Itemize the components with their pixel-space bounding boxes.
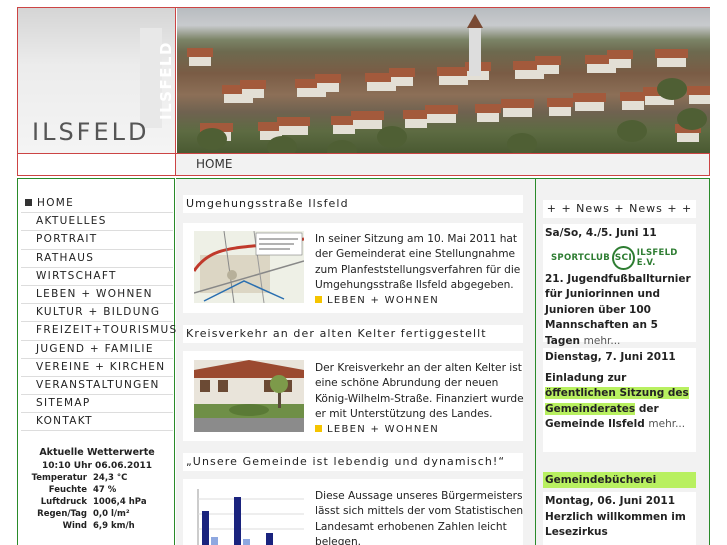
weather-label: Regen/Tag [37, 509, 87, 519]
logo-vertical-band: ILSFELD [140, 28, 175, 128]
nav-item-label: WIRTSCHAFT [36, 269, 117, 282]
news-more-link[interactable]: mehr... [648, 418, 685, 430]
site-header: ILSFELD ILSFELD [17, 7, 710, 154]
nav-item-label: KONTAKT [36, 415, 93, 428]
weather-label: Luftdruck [40, 497, 87, 507]
weather-value: 24,3 °C [93, 473, 128, 483]
article-title[interactable]: „Unsere Gemeinde ist lebendig und dynami… [183, 453, 523, 471]
nav-item-label: PORTRAIT [36, 233, 98, 246]
main-content: Umgehungsstraße Ilsfeld In seiner Sitzun… [176, 178, 536, 545]
nav-item-kultur-bildung[interactable]: KULTUR + BILDUNG [21, 304, 173, 323]
nav-item-sitemap[interactable]: SITEMAP [21, 395, 173, 414]
weather-label: Wind [62, 521, 87, 531]
nav-item-portrait[interactable]: PORTRAIT [21, 231, 173, 250]
weather-row: Luftdruck 1006,4 hPa [21, 497, 173, 507]
weather-value: 1006,4 hPa [93, 497, 147, 507]
nav-item-jugend-familie[interactable]: JUGEND + FAMILIE [21, 341, 173, 359]
nav-item-freizeit-tourismus[interactable]: FREIZEIT+TOURISMUS [21, 322, 176, 341]
weather-datetime: 10:10 Uhr 06.06.2011 [41, 461, 152, 471]
news-text: Herzlich willkommen im Lesezirkus [545, 510, 686, 539]
nav-item-rathaus[interactable]: RATHAUS [21, 250, 173, 268]
nav-item-label: FREIZEIT+TOURISMUS [36, 324, 178, 337]
news-date: Montag, 06. Juni 2011 [545, 495, 675, 507]
nav-item-veranstaltungen[interactable]: VERANSTALTUNGEN [21, 377, 173, 396]
article-more-link[interactable]: LEBEN + WOHNEN [315, 295, 439, 306]
news-item: Montag, 06. Juni 2011 Herzlich willkomme… [543, 492, 696, 545]
map-thumbnail[interactable] [192, 230, 305, 304]
weather-value: 6,9 km/h [93, 521, 135, 531]
weather-row: Regen/Tag 0,0 l/m² [21, 509, 173, 519]
nav-item-label: SITEMAP [36, 397, 91, 410]
weather-value: 47 % [93, 485, 117, 495]
sci-emblem-icon: SCI [611, 245, 635, 270]
weather-row: Temperatur 24,3 °C [21, 473, 173, 483]
breadcrumb-bar: HOME [17, 154, 710, 176]
news-item: Dienstag, 7. Juni 2011 Einladung zur öff… [543, 348, 696, 452]
bullet-square-icon [315, 425, 322, 432]
nav-item-wirtschaft[interactable]: WIRTSCHAFT [21, 268, 173, 286]
nav-item-label: KULTUR + BILDUNG [36, 306, 161, 319]
weather-row: Wind 6,9 km/h [21, 521, 173, 531]
news-item: Sa/So, 4./5. Juni 11 SPORTCLUB SCI ILSFE… [543, 224, 696, 347]
weather-value: 0,0 l/m² [93, 509, 130, 519]
nav-item-label: VEREINE + KIRCHEN [36, 360, 166, 373]
article-text: In seiner Sitzung am 10. Mai 2011 hat de… [315, 233, 521, 292]
article-body: Diese Aussage unseres Bürgermeisters läs… [183, 479, 523, 545]
news-text: Einladung zur öffentlichen Sitzung des G… [545, 371, 689, 431]
article-title[interactable]: Umgehungsstraße Ilsfeld [183, 195, 523, 213]
article-text: Diese Aussage unseres Bürgermeisters läs… [315, 490, 524, 545]
nav-item-label: VERANSTALTUNGEN [36, 378, 160, 391]
statistics-chart-thumbnail[interactable] [194, 489, 304, 545]
news-date: Dienstag, 7. Juni 2011 [545, 351, 676, 363]
nav-item-vereine-kirchen[interactable]: VEREINE + KIRCHEN [21, 359, 173, 377]
weather-row: Feuchte 47 % [21, 485, 173, 495]
nav-item-label: JUGEND + FAMILIE [36, 342, 154, 355]
header-town-photo [177, 8, 710, 153]
news-more-link[interactable]: mehr... [584, 335, 621, 347]
logo-text: ILSFELD [32, 118, 150, 146]
nav-item-aktuelles[interactable]: AKTUELLES [21, 213, 173, 232]
nav-item-kontakt[interactable]: KONTAKT [21, 413, 173, 432]
roundabout-photo-thumbnail[interactable] [194, 360, 304, 432]
weather-label: Temperatur [31, 473, 87, 483]
nav-item-label: AKTUELLES [36, 215, 107, 228]
article-title[interactable]: Kreisverkehr an der alten Kelter fertigg… [183, 325, 523, 343]
nav-item-home[interactable]: HOME [21, 195, 173, 214]
article-more-link[interactable]: LEBEN + WOHNEN [315, 424, 439, 435]
article-body: In seiner Sitzung am 10. Mai 2011 hat de… [183, 223, 523, 313]
weather-title: Aktuelle Wetterwerte [39, 447, 155, 458]
left-sidebar: HOME AKTUELLES PORTRAIT RATHAUS WIRTSCHAFT LE… [17, 178, 176, 545]
sportclub-logo[interactable]: SPORTCLUB SCI ILSFELD E.V. [551, 245, 696, 270]
weather-widget: Aktuelle Wetterwerte 10:10 Uhr 06.06.201… [21, 444, 173, 545]
breadcrumb[interactable]: HOME [196, 157, 232, 171]
article-text: Der Kreisverkehr an der alten Kelter ist… [315, 362, 524, 421]
nav-item-label: HOME [37, 197, 75, 209]
logo-vertical-text: ILSFELD [157, 41, 175, 120]
nav-item-label: LEBEN + WOHNEN [36, 287, 153, 300]
article-body: Der Kreisverkehr an der alten Kelter ist… [183, 351, 524, 441]
news-header: + + News + News + + [543, 200, 696, 218]
bullet-square-icon [315, 296, 322, 303]
news-sidebar: + + News + News + + Sa/So, 4./5. Juni 11… [536, 178, 710, 545]
nav-item-leben-wohnen[interactable]: LEBEN + WOHNEN [21, 286, 173, 305]
news-category-badge[interactable]: Gemeindebücherei [543, 472, 696, 488]
main-navigation: HOME AKTUELLES PORTRAIT RATHAUS WIRTSCHAFT LE… [21, 195, 176, 432]
weather-label: Feuchte [48, 485, 87, 495]
nav-item-label: RATHAUS [36, 251, 95, 264]
active-square-icon [25, 199, 32, 206]
news-text: 21. Jugendfußballturnier für Juniorinnen… [545, 272, 691, 347]
site-logo[interactable]: ILSFELD ILSFELD [18, 8, 176, 153]
news-date: Sa/So, 4./5. Juni 11 [545, 227, 657, 239]
